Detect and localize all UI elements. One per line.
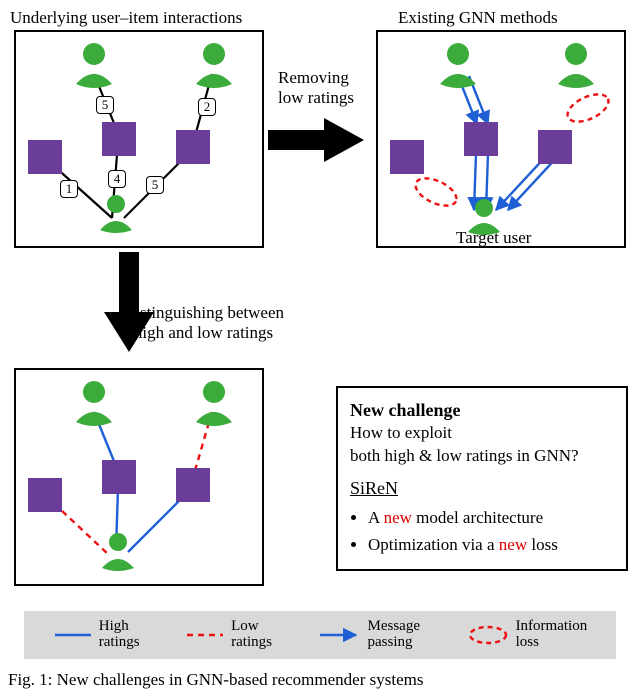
label-distinguishing: Distinguishing between high and low rati… (123, 303, 284, 344)
legend-info-text: Information loss (516, 619, 588, 651)
figure-caption: Fig. 1: New challenges in GNN-based reco… (8, 670, 423, 690)
legend-msg: Message passing (318, 619, 421, 651)
b2-red: new (499, 535, 527, 554)
rating-1: 1 (60, 180, 78, 198)
legend-info: Information loss (466, 619, 588, 651)
legend-msg-text: Message passing (368, 619, 421, 651)
title-existing: Existing GNN methods (398, 8, 558, 28)
label-removing: Removing low ratings (278, 68, 354, 109)
graph-distinguished (16, 370, 262, 584)
challenge-bullets: A new model architecture Optimization vi… (368, 507, 614, 557)
challenge-q1: How to exploit (350, 422, 614, 445)
box-underlying (14, 30, 264, 248)
challenge-method: SiReN (350, 476, 398, 500)
rating-2: 2 (198, 98, 216, 116)
legend: High ratings Low ratings Message passing… (24, 611, 616, 659)
arrow-right (268, 118, 368, 168)
box-distinguished (14, 368, 264, 586)
rating-4: 4 (108, 170, 126, 188)
title-underlying: Underlying user–item interactions (10, 8, 242, 28)
challenge-q2: both high & low ratings in GNN? (350, 445, 614, 468)
label-target-user: Target user (456, 228, 531, 248)
b1-pre: A (368, 508, 384, 527)
legend-low: Low ratings (185, 619, 272, 651)
high-ratings-icon (53, 628, 93, 642)
legend-high-text: High ratings (99, 619, 140, 651)
box-existing (376, 30, 626, 248)
graph-underlying (16, 32, 262, 246)
rating-5a: 5 (96, 96, 114, 114)
label-distinguishing-text: Distinguishing between high and low rati… (123, 303, 284, 342)
rating-5b: 5 (146, 176, 164, 194)
b2-post: loss (527, 535, 558, 554)
figure-canvas: Underlying user–item interactions Existi… (8, 8, 632, 688)
b2-pre: Optimization via a (368, 535, 499, 554)
box-new-challenge: New challenge How to exploit both high &… (336, 386, 628, 571)
low-ratings-icon (185, 628, 225, 642)
message-passing-icon (318, 628, 362, 642)
graph-existing (378, 32, 624, 246)
information-loss-icon (466, 623, 510, 647)
legend-high: High ratings (53, 619, 140, 651)
b1-post: model architecture (412, 508, 543, 527)
challenge-heading: New challenge (350, 398, 614, 422)
b1-red: new (384, 508, 412, 527)
challenge-bullet-1: A new model architecture (368, 507, 614, 530)
challenge-bullet-2: Optimization via a new loss (368, 534, 614, 557)
legend-low-text: Low ratings (231, 619, 272, 651)
label-removing-text: Removing low ratings (278, 68, 354, 107)
